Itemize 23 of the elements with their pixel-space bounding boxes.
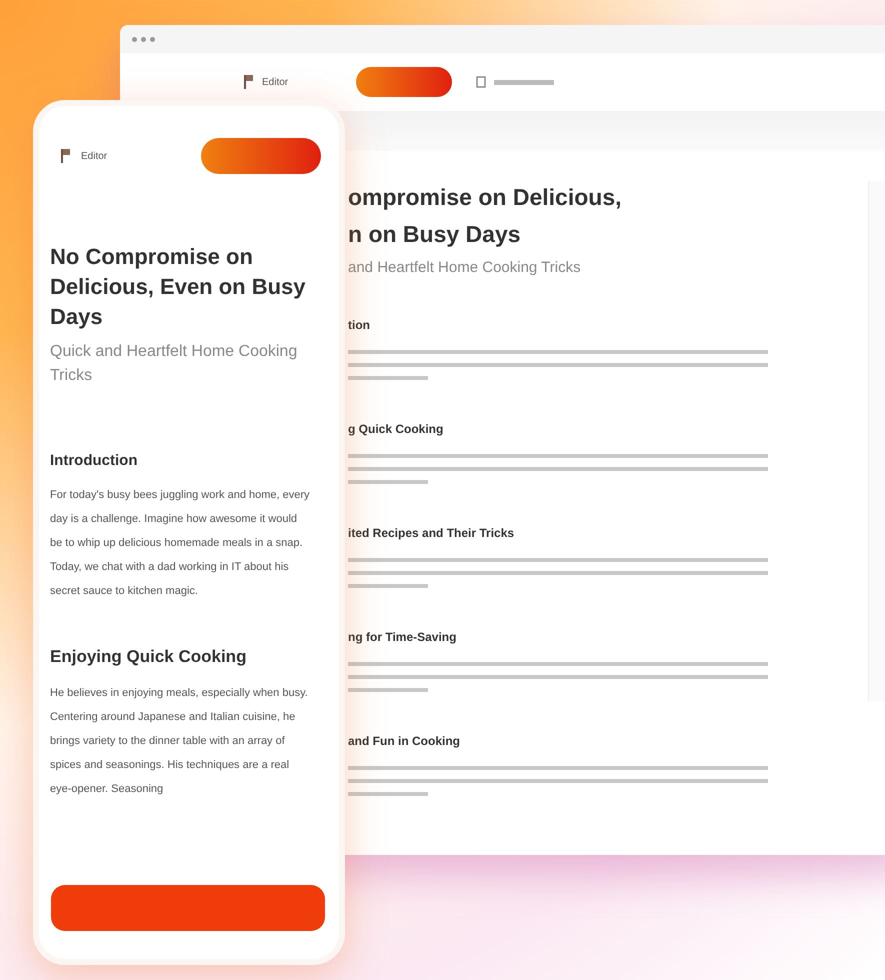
pill-button[interactable]	[201, 138, 321, 174]
section-heading: Introduction	[50, 452, 138, 469]
article-title: No Compromise on Delicious, Even on Busy Days	[50, 243, 307, 331]
brand-name: Editor	[262, 76, 288, 88]
section-heading: g Quick Cooking	[348, 422, 444, 436]
flag-icon	[244, 74, 254, 90]
paragraph: He believes in enjoying meals, especially when busy. Centering around Japanese and Italian cuisine, he brings variety to the dinner table with an array of spices and seasonings. His techniques are a real eye-opener. Seasoning	[50, 686, 309, 797]
nav-link-drawing[interactable]	[494, 80, 554, 84]
document-icon[interactable]	[476, 76, 486, 88]
paragraph: For today's busy bees juggling work and home, every day is a challenge. Imagine how awesome it would be to whip up delicious homemade meals in a snap. Today, we chat with a dad working in IT about his secret sauce to kitchen magic.	[50, 488, 311, 599]
section-heading: tion	[348, 318, 371, 332]
window-controls-icon[interactable]	[132, 36, 155, 42]
article-title: n on Busy Days	[348, 220, 522, 249]
brand-name: Editor	[81, 150, 108, 162]
article-title: ompromise on Delicious,	[348, 183, 622, 212]
pill-button[interactable]	[356, 67, 452, 97]
section-heading: Enjoying Quick Cooking	[50, 647, 248, 667]
flag-icon	[61, 148, 71, 164]
section-heading: and Fun in Cooking	[348, 734, 461, 748]
section-heading: ng for Time-Saving	[348, 630, 458, 644]
article-subtitle: Quick and Heartfelt Home Cooking Tricks	[50, 342, 298, 386]
section-heading: ited Recipes and Their Tricks	[348, 526, 516, 540]
article-subtitle: and Heartfelt Home Cooking Tricks	[348, 259, 582, 276]
